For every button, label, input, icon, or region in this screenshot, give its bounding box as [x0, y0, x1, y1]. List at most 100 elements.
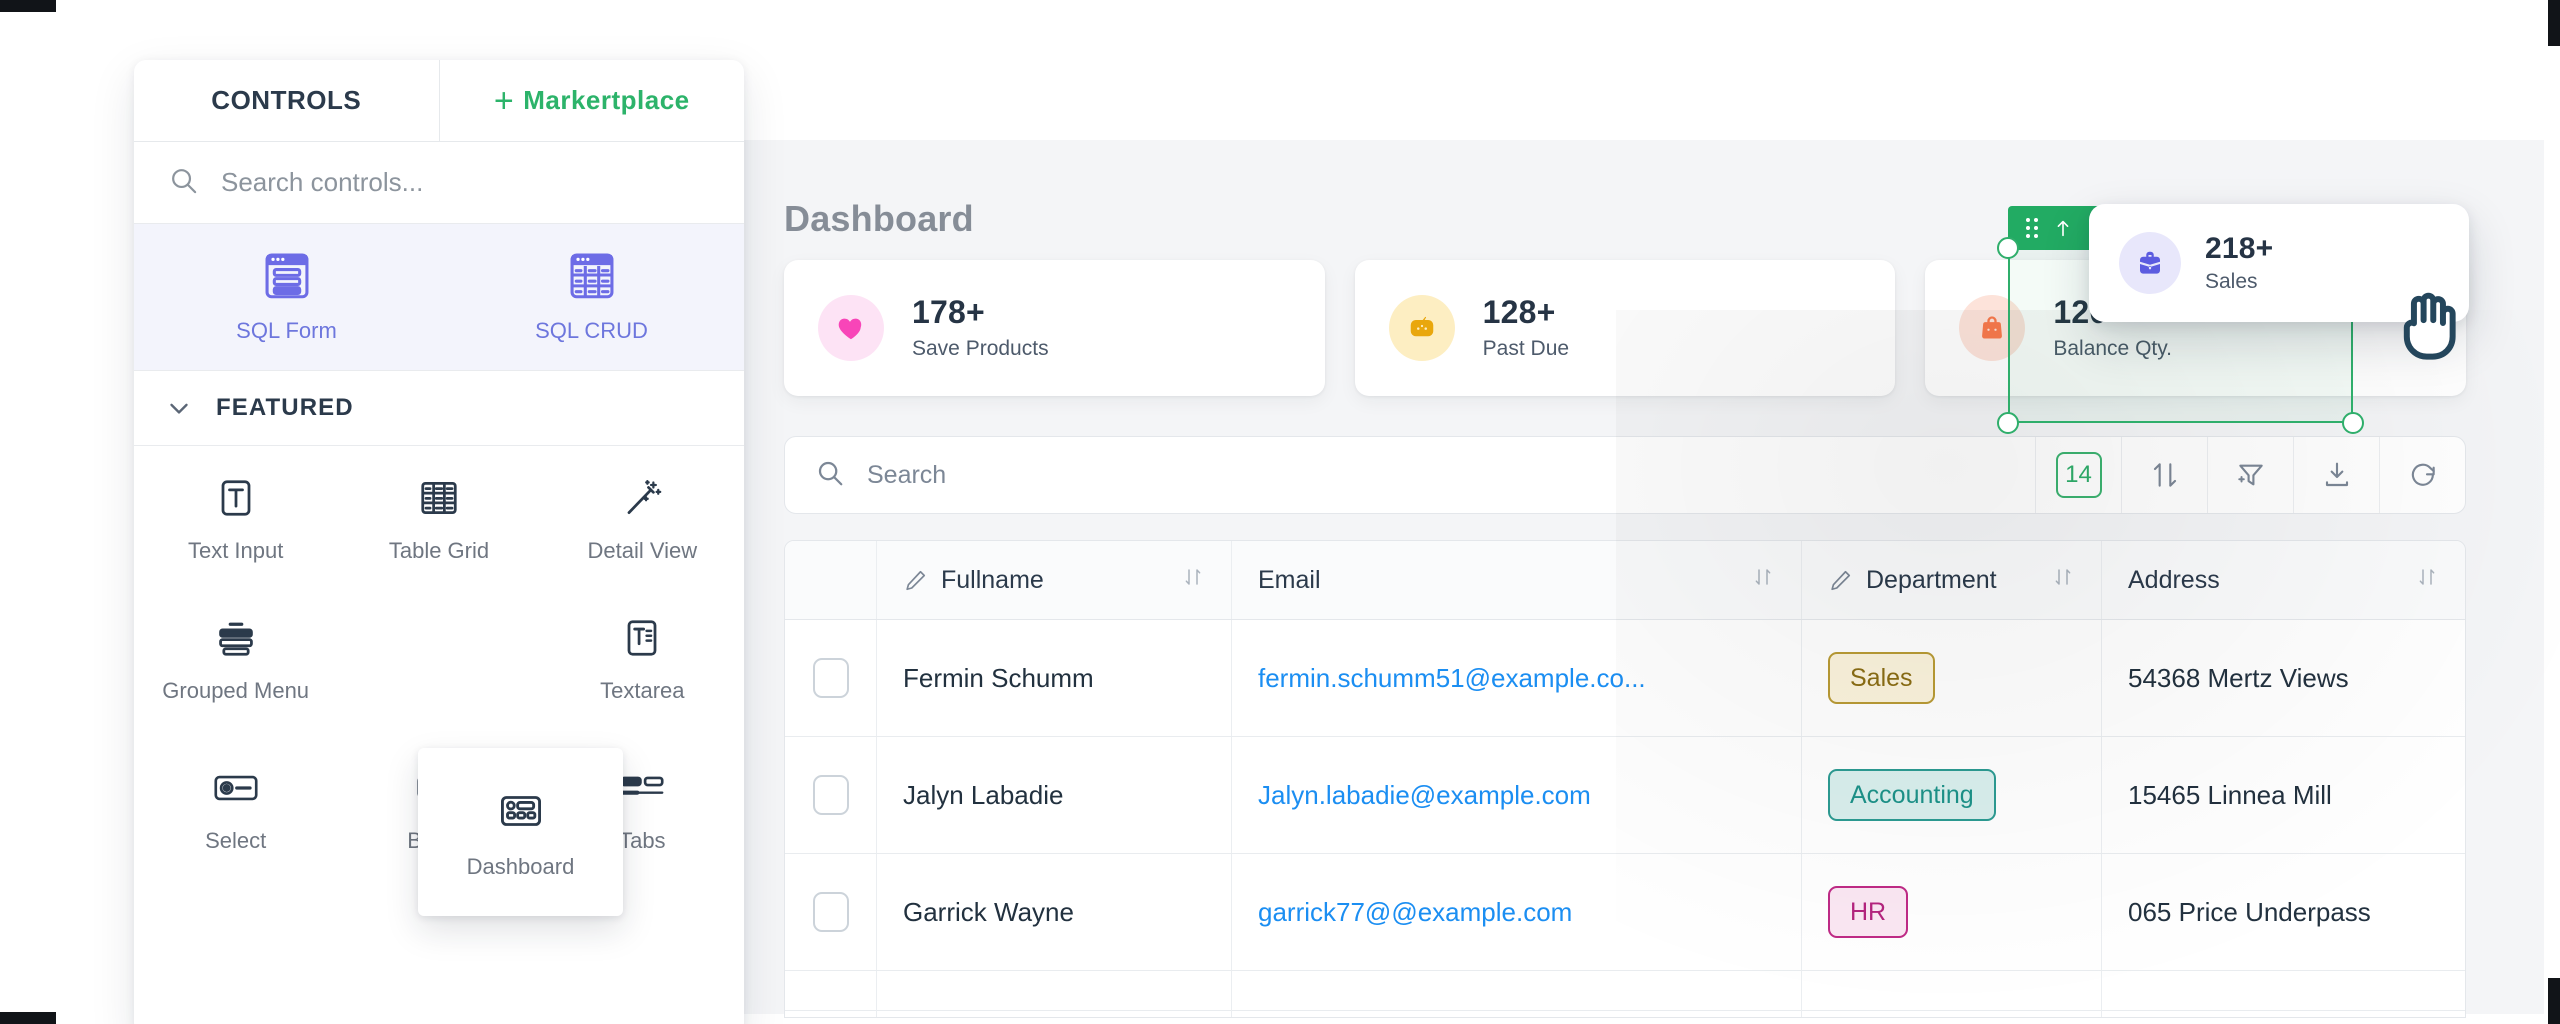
filter-button[interactable] — [2207, 437, 2293, 513]
control-item-sql-form[interactable]: SQL Form — [134, 246, 439, 344]
table-body: Fermin Schumm fermin.schumm51@example.co… — [785, 620, 2465, 1017]
resize-handle-bottom-right[interactable] — [2342, 412, 2364, 434]
column-label: Address — [2128, 565, 2220, 594]
cell-email[interactable]: Jalyn.labadie@example.com — [1232, 737, 1802, 853]
column-header-fullname[interactable]: Fullname — [877, 541, 1232, 619]
arrow-up-icon[interactable] — [2052, 216, 2074, 240]
pencil-icon — [906, 570, 926, 590]
column-header-address[interactable]: Address — [2102, 541, 2465, 619]
sql-controls-row: SQL Form SQL CRUD — [134, 224, 744, 370]
kpi-card-save-products[interactable]: 178+ Save Products — [784, 260, 1325, 396]
sort-indicator-icon[interactable] — [2415, 565, 2439, 596]
section-featured[interactable]: FEATURED — [134, 370, 744, 446]
cell-fullname: Jalyn Labadie — [877, 737, 1232, 853]
select-all-header — [785, 541, 877, 619]
table-row[interactable]: Jalyn Labadie Jalyn.labadie@example.com … — [785, 737, 2465, 854]
cell-department — [1802, 971, 2102, 1017]
email-link[interactable]: garrick77@@example.com — [1258, 897, 1572, 928]
column-header-department[interactable]: Department — [1802, 541, 2102, 619]
control-label: Text Input — [187, 538, 284, 563]
search-input[interactable]: Search — [785, 437, 2035, 513]
control-label: SQL CRUD — [535, 318, 648, 343]
cell-fullname: Fermin Schumm — [877, 620, 1232, 736]
filter-add-icon — [2237, 464, 2263, 486]
email-link[interactable]: Jalyn.labadie@example.com — [1258, 780, 1591, 811]
dashboard-icon — [500, 796, 541, 826]
panel-tabs: CONTROLS + Markertplace — [134, 60, 744, 142]
featured-row-1: Text Input Table Grid Detail View — [134, 446, 744, 578]
kpi-value: 178+ — [912, 294, 985, 331]
column-label: Email — [1258, 565, 1321, 594]
app-root: Dashboard 178+ Save Products 128+ Past D… — [0, 0, 2560, 1024]
row-checkbox[interactable] — [812, 892, 849, 932]
row-checkbox[interactable] — [812, 775, 849, 815]
sort-indicator-icon[interactable] — [1751, 565, 1775, 596]
resize-handle-top-left[interactable] — [1997, 237, 2019, 259]
sort-indicator-icon[interactable] — [1181, 565, 1205, 596]
featured-row-2: Grouped Menu Dashboard Textarea — [134, 578, 744, 718]
resize-handle-bottom-left[interactable] — [1997, 412, 2019, 434]
corner-mark-top-left — [0, 0, 56, 12]
department-badge: Accounting — [1828, 769, 1996, 821]
cell-department: Accounting — [1802, 737, 2102, 853]
tab-controls[interactable]: CONTROLS — [134, 60, 439, 141]
table-toolbar: Search 14 — [784, 436, 2466, 514]
column-label: Fullname — [941, 565, 1044, 594]
row-checkbox-cell[interactable] — [785, 971, 877, 1017]
tab-marketplace-label: Markertplace — [523, 85, 690, 115]
control-item-table-grid[interactable]: Table Grid — [337, 472, 540, 564]
briefcase-icon — [2119, 232, 2181, 294]
kpi-value: 128+ — [1482, 294, 1556, 331]
table-header: Fullname Email Department Address — [785, 541, 2465, 620]
sort-button[interactable] — [2121, 437, 2207, 513]
control-label: Select — [205, 828, 267, 853]
email-link[interactable]: fermin.schumm51@example.co... — [1258, 663, 1646, 694]
table-row[interactable]: Fermin Schumm fermin.schumm51@example.co… — [785, 620, 2465, 737]
kpi-card-past-due[interactable]: 128+ Past Due — [1354, 260, 1896, 396]
search-icon — [815, 458, 845, 493]
control-item-text-input[interactable]: Text Input — [134, 472, 337, 564]
table-row[interactable]: Garrick Wayne garrick77@@example.com HR … — [785, 854, 2465, 971]
controls-panel: CONTROLS + Markertplace Search controls.… — [134, 60, 744, 1024]
column-header-email[interactable]: Email — [1232, 541, 1802, 619]
app-canvas: Dashboard 178+ Save Products 128+ Past D… — [56, 10, 2560, 1024]
cell-address: 15465 Linnea Mill — [2128, 779, 2332, 810]
control-label: Detail View — [587, 538, 698, 563]
tab-marketplace[interactable]: + Markertplace — [438, 60, 745, 141]
table-header-row: Fullname Email Department Address — [785, 541, 2465, 620]
sort-indicator-icon[interactable] — [2051, 565, 2075, 596]
row-checkbox-cell[interactable] — [785, 737, 877, 853]
text-input-icon — [221, 480, 251, 516]
row-checkbox[interactable] — [812, 658, 849, 698]
chevron-down-icon[interactable] — [164, 393, 194, 423]
controls-search-input[interactable]: Search controls... — [134, 142, 744, 224]
dragged-control-card-dashboard[interactable]: Dashboard — [418, 748, 623, 916]
corner-mark-bottom-left — [0, 1012, 56, 1024]
pencil-icon — [1831, 570, 1851, 590]
row-checkbox-cell[interactable] — [785, 854, 877, 970]
table-row[interactable] — [785, 971, 2465, 1017]
download-button[interactable] — [2293, 437, 2379, 513]
drag-dots-icon[interactable] — [2022, 216, 2042, 240]
cell-fullname: Garrick Wayne — [877, 854, 1232, 970]
cell-department: HR — [1802, 854, 2102, 970]
control-label: SQL Form — [236, 318, 337, 343]
row-checkbox-cell[interactable] — [785, 620, 877, 736]
data-table: Fullname Email Department Address Fermin… — [784, 540, 2466, 1018]
sort-updown-icon — [2153, 463, 2176, 487]
refresh-button[interactable] — [2379, 437, 2465, 513]
control-item-sql-crud[interactable]: SQL CRUD — [439, 246, 744, 344]
control-label: Grouped Menu — [162, 678, 310, 703]
corner-mark-bottom-right — [2548, 978, 2560, 1024]
control-item-detail-view[interactable]: Detail View — [541, 472, 744, 564]
textarea-icon — [627, 620, 657, 656]
control-item-textarea[interactable]: Textarea — [541, 612, 744, 704]
cell-email[interactable]: fermin.schumm51@example.co... — [1232, 620, 1802, 736]
cell-email[interactable]: garrick77@@example.com — [1232, 854, 1802, 970]
search-icon — [168, 165, 199, 201]
control-item-select[interactable]: Select — [134, 762, 337, 854]
record-count-button[interactable]: 14 — [2035, 437, 2121, 513]
control-item-grouped-menu[interactable]: Grouped Menu — [134, 612, 337, 704]
control-label: Dashboard — [466, 854, 575, 879]
kpi-label: Past Due — [1482, 336, 1570, 360]
